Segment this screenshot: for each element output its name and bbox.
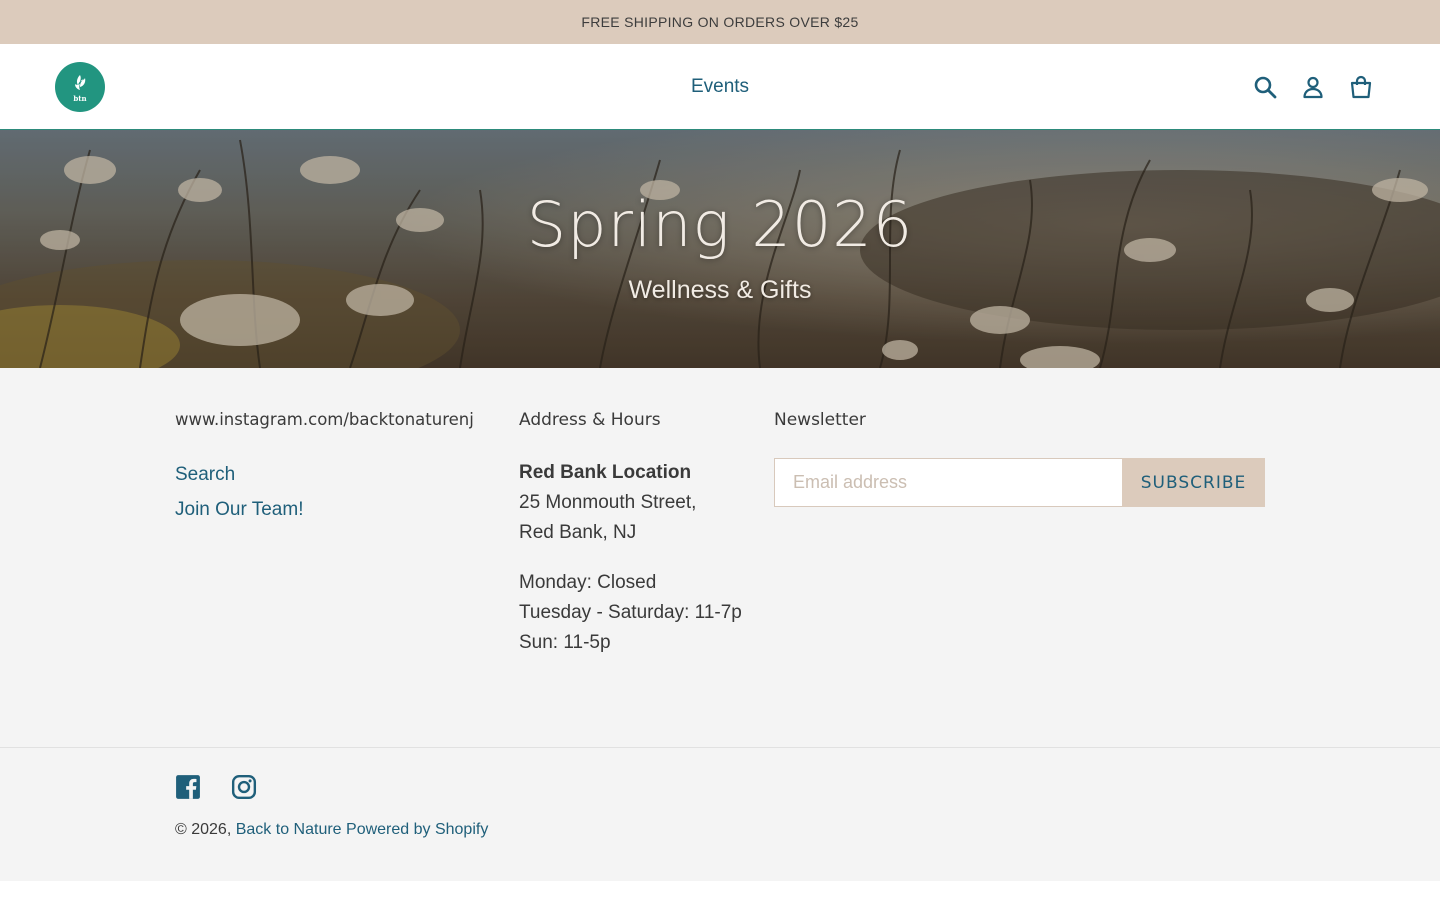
search-icon[interactable]: [1252, 74, 1278, 100]
store-name-link[interactable]: Back to Nature: [236, 821, 342, 838]
site-footer: www.instagram.com/backtonaturenj Search …: [0, 368, 1440, 899]
hero-banner: Spring 2026 Wellness & Gifts: [0, 130, 1440, 368]
announcement-bar: FREE SHIPPING ON ORDERS OVER $25: [0, 0, 1440, 44]
address-line-2: Red Bank, NJ: [519, 522, 637, 543]
leaf-logo-icon: [75, 74, 86, 90]
instagram-url-heading: www.instagram.com/backtonaturenj: [175, 410, 474, 429]
footer-col-links: www.instagram.com/backtonaturenj Search …: [175, 410, 495, 527]
hours-line: Sun: 11-5p: [519, 632, 611, 653]
footer-bottom: © 2026, Back to Nature Powered by Shopif…: [0, 748, 1440, 881]
page-bottom-strip: [0, 881, 1440, 899]
footer-link-join-team[interactable]: Join Our Team!: [175, 492, 495, 527]
footer-link-search[interactable]: Search: [175, 457, 495, 492]
footer-col-newsletter: Newsletter SUBSCRIBE: [774, 410, 1265, 507]
footer-columns: www.instagram.com/backtonaturenj Search …: [0, 368, 1440, 748]
store-logo[interactable]: btn: [55, 62, 105, 112]
cart-icon[interactable]: [1348, 74, 1374, 100]
copyright: © 2026, Back to Nature Powered by Shopif…: [175, 821, 488, 839]
address-line-1: 25 Monmouth Street,: [519, 492, 697, 513]
logo-text: btn: [73, 93, 87, 103]
nav-item-events[interactable]: Events: [691, 76, 749, 98]
facebook-icon[interactable]: [175, 774, 201, 800]
hours-line: Monday: Closed: [519, 572, 657, 593]
hero-subtitle: Wellness & Gifts: [628, 276, 812, 304]
hours-line: Tuesday - Saturday: 11-7p: [519, 602, 742, 623]
social-links: [175, 774, 257, 800]
subscribe-button[interactable]: SUBSCRIBE: [1122, 458, 1265, 507]
email-input[interactable]: [774, 458, 1122, 507]
site-header: btn Events: [0, 44, 1440, 130]
powered-by-shopify-link[interactable]: Powered by Shopify: [346, 821, 488, 838]
main-nav: Events: [0, 44, 1440, 130]
address-hours-heading: Address & Hours: [519, 410, 661, 430]
location-name: Red Bank Location: [519, 462, 692, 483]
newsletter-form: SUBSCRIBE: [774, 458, 1265, 507]
account-icon[interactable]: [1300, 74, 1326, 100]
header-icons: [1252, 74, 1374, 100]
hero-title: Spring 2026: [526, 188, 914, 261]
store-hours: Monday: Closed Tuesday - Saturday: 11-7p…: [519, 568, 749, 658]
newsletter-heading: Newsletter: [774, 410, 866, 430]
copyright-prefix: © 2026,: [175, 821, 232, 838]
footer-col-address: Address & Hours Red Bank Location 25 Mon…: [519, 410, 749, 658]
announcement-text: FREE SHIPPING ON ORDERS OVER $25: [581, 14, 859, 30]
instagram-icon[interactable]: [231, 774, 257, 800]
